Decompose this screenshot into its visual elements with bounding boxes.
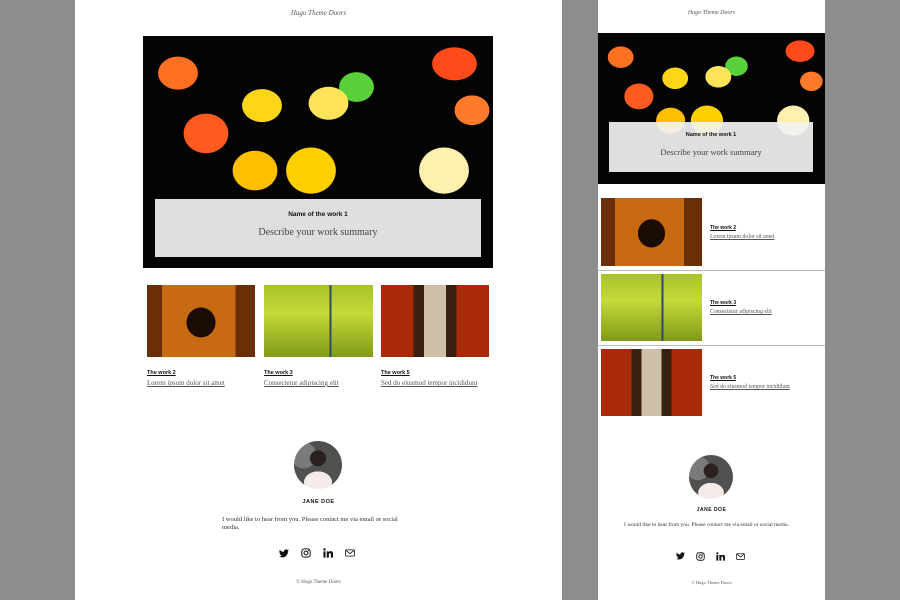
site-title[interactable]: Hugo Theme Doors xyxy=(75,9,562,17)
social-links xyxy=(674,550,746,562)
work-5-image[interactable] xyxy=(601,349,702,416)
work-2-name[interactable]: The work 2 xyxy=(710,225,736,231)
avatar xyxy=(689,455,733,499)
work-5-name[interactable]: The work 5 xyxy=(381,370,410,376)
footer-copyright: © Hugo Theme Doors xyxy=(296,580,341,585)
work-3-image[interactable] xyxy=(601,274,702,341)
work-2-summary[interactable]: Lorem ipsum dolor sit amet xyxy=(147,379,225,387)
work-2-image[interactable] xyxy=(147,285,255,357)
row-divider xyxy=(598,270,825,271)
instagram-icon[interactable] xyxy=(694,550,706,562)
social-links xyxy=(278,547,356,559)
profile-name: JANE DOE xyxy=(302,499,335,505)
work-2-name[interactable]: The work 2 xyxy=(147,370,176,376)
contact-text: I would like to hear from you. Please co… xyxy=(222,516,398,532)
work-5-summary[interactable]: Sed do eiusmod tempor incididunt xyxy=(710,384,790,390)
mobile-preview: Hugo Theme Doors Name of the work 1 Desc… xyxy=(598,0,825,600)
work-3-summary[interactable]: Consectetur adipiscing elit xyxy=(264,379,339,387)
site-title[interactable]: Hugo Theme Doors xyxy=(598,10,825,16)
twitter-icon[interactable] xyxy=(674,550,686,562)
desktop-preview: Hugo Theme Doors Name of the work 1 Desc… xyxy=(75,0,562,600)
footer-copyright: © Hugo Theme Doors xyxy=(691,580,732,585)
featured-work-summary: Describe your work summary xyxy=(258,227,378,238)
work-3-name[interactable]: The work 3 xyxy=(264,370,293,376)
mail-icon[interactable] xyxy=(344,547,356,559)
featured-work-name: Name of the work 1 xyxy=(685,132,737,138)
work-2-image[interactable] xyxy=(601,198,702,266)
work-5-name[interactable]: The work 5 xyxy=(710,375,736,381)
work-5-image[interactable] xyxy=(381,285,489,357)
work-3-summary[interactable]: Consectetur adipiscing elit xyxy=(710,309,772,315)
featured-work-summary: Describe your work summary xyxy=(660,147,762,157)
avatar xyxy=(294,441,342,489)
linkedin-icon[interactable] xyxy=(714,550,726,562)
featured-work-caption[interactable]: Name of the work 1 Describe your work su… xyxy=(609,122,813,172)
row-divider xyxy=(598,345,825,346)
work-3-image[interactable] xyxy=(264,285,373,357)
contact-text: I would like to hear from you. Please co… xyxy=(624,522,789,528)
twitter-icon[interactable] xyxy=(278,547,290,559)
mail-icon[interactable] xyxy=(734,550,746,562)
instagram-icon[interactable] xyxy=(300,547,312,559)
profile-name: JANE DOE xyxy=(696,507,727,513)
work-3-name[interactable]: The work 3 xyxy=(710,300,736,306)
work-2-summary[interactable]: Lorem ipsum dolor sit amet xyxy=(710,234,774,240)
featured-work-name: Name of the work 1 xyxy=(288,211,348,218)
work-5-summary[interactable]: Sed do eiusmod tempor incididunt xyxy=(381,379,477,387)
featured-work-caption[interactable]: Name of the work 1 Describe your work su… xyxy=(155,199,481,257)
linkedin-icon[interactable] xyxy=(322,547,334,559)
